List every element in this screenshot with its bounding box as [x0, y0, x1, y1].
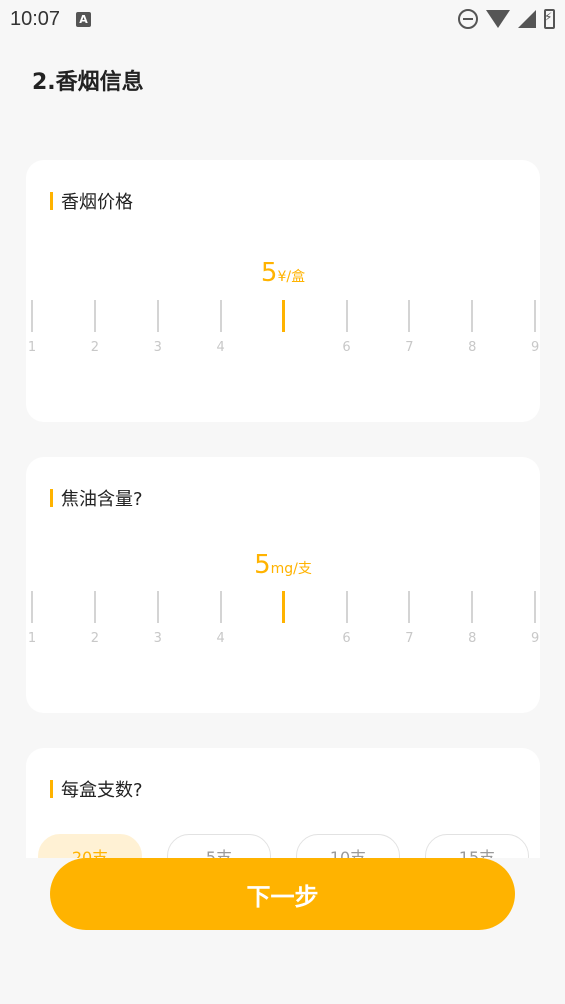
ruler-tick-label: 4: [216, 631, 225, 646]
price-unit: ¥/盒: [277, 269, 306, 285]
page-title: 2.香烟信息: [32, 70, 144, 95]
ruler-tick: [156, 300, 159, 332]
battery-charging-icon: [544, 9, 555, 29]
price-value: 5: [260, 258, 278, 288]
ruler-tick-label: 9: [531, 340, 540, 355]
ruler-tick-label: 2: [90, 631, 100, 646]
ruler-indicator: [282, 591, 286, 623]
accent-bar: [50, 192, 53, 210]
price-value-display: 5¥/盒: [26, 258, 540, 288]
ruler-tick-label: 6: [342, 631, 351, 646]
signal-icon: [518, 10, 536, 28]
card-header: 香烟价格: [50, 188, 133, 214]
ruler-tick-label: 7: [405, 631, 414, 646]
status-bar: 10:07 A: [0, 0, 565, 38]
tar-unit: mg/支: [270, 561, 312, 577]
ruler-tick: [156, 591, 159, 623]
option-chip-10[interactable]: 10支: [296, 834, 400, 858]
ruler-tick: [219, 300, 222, 332]
option-chip-20[interactable]: 20支: [38, 834, 142, 858]
notification-a-icon: A: [76, 11, 92, 27]
ruler-tick: [93, 591, 96, 623]
next-step-button[interactable]: 下一步: [50, 858, 515, 930]
ruler-tick-label: 3: [153, 340, 162, 355]
accent-bar: [50, 489, 53, 507]
status-icons: [458, 9, 555, 29]
tar-title: 焦油含量?: [61, 489, 143, 510]
ruler-tick-label: 7: [405, 340, 414, 355]
ruler-tick-label: 8: [468, 631, 477, 646]
tar-value-display: 5mg/支: [26, 550, 540, 580]
wifi-icon: [486, 10, 510, 28]
tar-content-card: 焦油含量? 5mg/支 1 2 3 4 6 7 8 9: [26, 457, 540, 713]
card-header: 焦油含量?: [50, 485, 143, 511]
ruler-tick: [408, 300, 411, 332]
cigarette-price-card: 香烟价格 5¥/盒 1 2 3 4 6 7 8 9: [26, 160, 540, 422]
ruler-indicator: [282, 300, 286, 332]
ruler-tick: [408, 591, 411, 623]
ruler-tick: [471, 591, 474, 623]
ruler-tick: [534, 591, 537, 623]
ruler-tick: [345, 300, 348, 332]
ruler-tick: [31, 591, 33, 623]
card-header: 每盒支数?: [50, 776, 143, 802]
ruler-tick-label: 1: [27, 340, 37, 355]
ruler-tick: [534, 300, 537, 332]
accent-bar: [50, 780, 53, 798]
count-title: 每盒支数?: [61, 780, 143, 801]
ruler-tick: [219, 591, 222, 623]
ruler-tick-label: 1: [27, 631, 37, 646]
ruler-tick: [31, 300, 33, 332]
ruler-tick-label: 6: [342, 340, 351, 355]
tar-value: 5: [254, 550, 271, 580]
status-time: 10:07: [10, 7, 61, 30]
do-not-disturb-icon: [458, 9, 478, 29]
ruler-tick-label: 2: [90, 340, 100, 355]
ruler-tick-label: 3: [153, 631, 162, 646]
ruler-tick-label: 4: [216, 340, 225, 355]
sticks-per-pack-card: 每盒支数? 20支 5支 10支 15支: [26, 748, 540, 858]
ruler-tick-label: 8: [468, 340, 477, 355]
ruler-tick: [471, 300, 474, 332]
ruler-tick-label: 9: [531, 631, 540, 646]
ruler-tick: [345, 591, 348, 623]
price-title: 香烟价格: [61, 192, 133, 213]
ruler-tick: [93, 300, 96, 332]
option-chip-15[interactable]: 15支: [425, 834, 529, 858]
option-chip-5[interactable]: 5支: [167, 834, 271, 858]
